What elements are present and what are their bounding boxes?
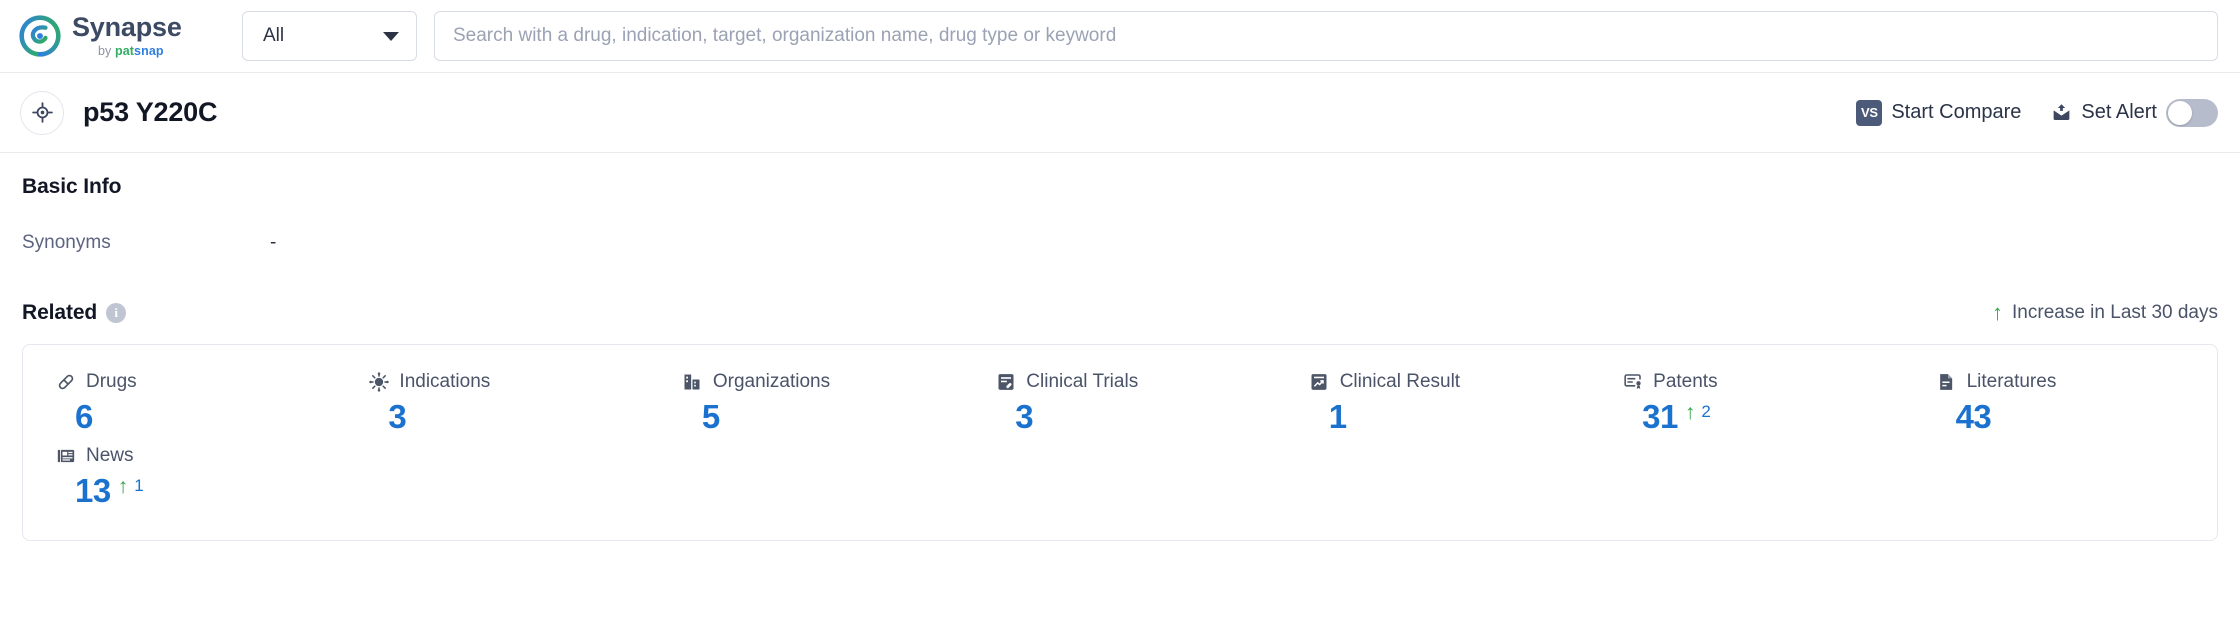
- building-icon: [682, 372, 703, 393]
- search-scope-value: All: [263, 25, 285, 46]
- stat-literatures[interactable]: Literatures 43: [1904, 371, 2217, 435]
- stat-organizations-label: Organizations: [712, 371, 831, 392]
- search-input[interactable]: [435, 12, 2217, 60]
- stat-clinical-trials-value[interactable]: 3: [1015, 399, 1033, 435]
- chart-document-icon: [1309, 372, 1330, 393]
- stat-clinical-trials-label: Clinical Trials: [1026, 371, 1139, 392]
- virus-icon: [368, 372, 389, 393]
- stat-news-head: News: [55, 445, 336, 467]
- stat-news-value[interactable]: 13: [75, 472, 111, 509]
- stat-literatures-label: Literatures: [1966, 371, 2057, 392]
- start-compare-button[interactable]: VS Start Compare: [1856, 99, 2022, 126]
- stat-indications-label: Indications: [399, 371, 491, 392]
- start-compare-label: Start Compare: [1891, 101, 2022, 123]
- stat-drugs-value[interactable]: 6: [75, 399, 93, 435]
- toggle-knob: [2168, 100, 2192, 125]
- entity-header-bar: p53 Y220C VS Start Compare Set Alert: [0, 73, 2240, 153]
- stat-literatures-value[interactable]: 43: [1956, 399, 1992, 435]
- brand-snap: snap: [134, 44, 164, 59]
- stat-clinical-trials-value-row: 3: [995, 399, 1276, 435]
- stat-patents-delta-value: 2: [1701, 402, 1711, 422]
- related-stats-card: Drugs 6 Indications 3 Organizations 5 Cl…: [22, 344, 2218, 542]
- synapse-logo-icon: [18, 14, 62, 58]
- brand-by: by: [98, 44, 112, 59]
- alert-mail-icon: [2051, 102, 2072, 123]
- stat-patents-delta: ↑ 2: [1685, 402, 1711, 423]
- stat-clinical-result-head: Clinical Result: [1309, 371, 1590, 393]
- top-search-bar: Synapse by patsnap All: [0, 0, 2240, 73]
- set-alert-toggle[interactable]: [2166, 98, 2218, 127]
- set-alert-label: Set Alert: [2081, 101, 2157, 123]
- stat-patents-head: Patents: [1622, 371, 1903, 393]
- stat-drugs-label: Drugs: [86, 371, 137, 392]
- stat-clinical-trials-head: Clinical Trials: [995, 371, 1276, 393]
- clipboard-pill-icon: [995, 372, 1016, 393]
- brand-name: Synapse: [72, 12, 182, 43]
- stat-organizations[interactable]: Organizations 5: [650, 371, 963, 435]
- arrow-up-icon: ↑: [117, 474, 129, 498]
- related-heading-row: Related i ↑ Increase in Last 30 days: [22, 301, 2218, 325]
- stat-drugs[interactable]: Drugs 6: [23, 371, 336, 435]
- stat-patents-label: Patents: [1653, 371, 1718, 392]
- entity-actions: VS Start Compare Set Alert: [1856, 98, 2218, 127]
- info-icon[interactable]: i: [106, 303, 127, 323]
- stat-clinical-result-label: Clinical Result: [1339, 371, 1461, 392]
- stat-literatures-value-row: 43: [1936, 399, 2217, 435]
- stat-news-delta-value: 1: [134, 475, 144, 495]
- arrow-up-icon: ↑: [1684, 401, 1696, 424]
- synonyms-label: Synonyms: [22, 232, 111, 253]
- stat-clinical-trials[interactable]: Clinical Trials 3: [963, 371, 1276, 435]
- stat-news-value-row: 13 ↑ 1: [55, 472, 336, 509]
- brand-logo-block[interactable]: Synapse by patsnap: [18, 14, 228, 58]
- stat-indications-head: Indications: [368, 371, 649, 393]
- page-title: p53 Y220C: [83, 97, 218, 127]
- arrow-up-icon: ↑: [1992, 300, 2004, 325]
- stat-organizations-head: Organizations: [682, 371, 963, 393]
- target-icon: [20, 90, 64, 135]
- document-icon: [1936, 372, 1957, 393]
- stat-news[interactable]: News 13 ↑ 1: [23, 445, 336, 509]
- stat-patents[interactable]: Patents 31 ↑ 2: [1590, 371, 1903, 435]
- stat-literatures-head: Literatures: [1936, 371, 2217, 393]
- stat-organizations-value[interactable]: 5: [702, 399, 720, 435]
- search-scope-dropdown[interactable]: All: [242, 11, 417, 61]
- basic-info-row-synonyms: Synonyms -: [22, 232, 2218, 254]
- vs-badge-icon: VS: [1856, 99, 1883, 126]
- increase-legend: ↑ Increase in Last 30 days: [1992, 302, 2218, 324]
- synonyms-value: -: [270, 232, 277, 253]
- certificate-icon: [1622, 372, 1643, 393]
- stat-indications-value[interactable]: 3: [388, 399, 406, 435]
- stat-news-delta: ↑ 1: [118, 476, 144, 497]
- stat-drugs-head: Drugs: [55, 371, 336, 393]
- basic-info-heading: Basic Info: [22, 175, 122, 198]
- increase-legend-label: Increase in Last 30 days: [2012, 302, 2218, 323]
- brand-tagline: by patsnap: [98, 45, 182, 58]
- newspaper-icon: [55, 445, 76, 466]
- stat-drugs-value-row: 6: [55, 399, 336, 435]
- stat-patents-value-row: 31 ↑ 2: [1622, 399, 1903, 435]
- page-content: Basic Info Synonyms - Related i ↑ Increa…: [0, 153, 2240, 542]
- pill-icon: [55, 372, 76, 393]
- stat-clinical-result[interactable]: Clinical Result 1: [1277, 371, 1590, 435]
- stat-patents-value[interactable]: 31: [1642, 399, 1678, 435]
- stat-news-label: News: [86, 444, 134, 466]
- brand-pat: pat: [114, 44, 135, 59]
- related-heading: Related: [22, 301, 98, 324]
- stat-indications[interactable]: Indications 3: [336, 371, 649, 435]
- stat-indications-value-row: 3: [368, 399, 649, 435]
- related-stats-grid: Drugs 6 Indications 3 Organizations 5 Cl…: [23, 371, 2217, 508]
- stat-clinical-result-value-row: 1: [1309, 399, 1590, 435]
- search-box[interactable]: [434, 11, 2218, 61]
- stat-clinical-result-value[interactable]: 1: [1329, 399, 1347, 435]
- set-alert-control[interactable]: Set Alert: [2051, 98, 2218, 127]
- chevron-down-icon: [383, 31, 399, 41]
- stat-organizations-value-row: 5: [682, 399, 963, 435]
